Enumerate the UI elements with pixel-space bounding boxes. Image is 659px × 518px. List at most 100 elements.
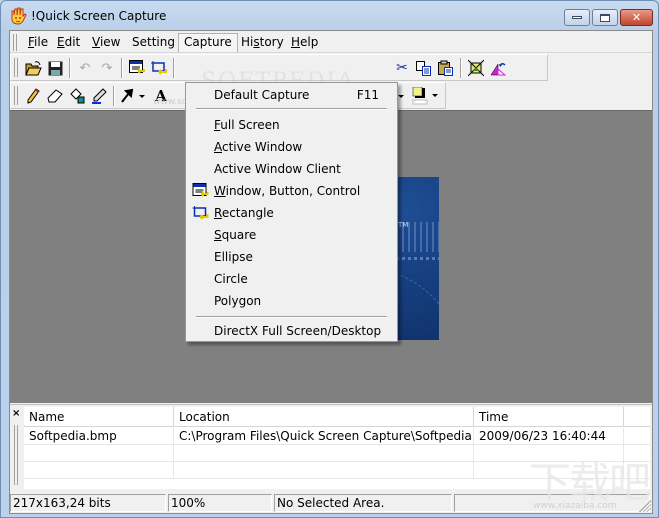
copy-icon bbox=[416, 60, 431, 76]
mnemonic: R bbox=[214, 206, 222, 220]
menu-item-rectangle[interactable]: Rectangle bbox=[188, 202, 395, 224]
mnemonic: A bbox=[214, 140, 222, 154]
pencil-icon bbox=[27, 88, 40, 104]
paste-button[interactable] bbox=[436, 58, 456, 78]
main-toolbar: ↶ ↷ ✂ bbox=[10, 54, 548, 81]
menu-bar: File Edit View Setting Capture History H… bbox=[10, 31, 652, 53]
client-area: File Edit View Setting Capture History H… bbox=[9, 30, 653, 514]
menu-label: tory bbox=[259, 35, 284, 49]
menu-item-square[interactable]: Square bbox=[188, 224, 395, 246]
maximize-button[interactable] bbox=[592, 9, 618, 26]
eraser-button[interactable] bbox=[45, 86, 65, 106]
paste-icon bbox=[438, 60, 453, 76]
history-row[interactable]: Softpedia.bmp C:\Program Files\Quick Scr… bbox=[24, 428, 650, 445]
undo-button[interactable]: ↶ bbox=[75, 58, 95, 78]
menu-item-full-screen[interactable]: Full Screen bbox=[188, 114, 395, 136]
open-folder-icon bbox=[24, 60, 42, 75]
rotate-icon bbox=[490, 62, 506, 76]
menu-item-label: Active Window Client bbox=[214, 162, 341, 176]
menu-label: Capture bbox=[184, 35, 232, 49]
menu-setting[interactable]: Setting bbox=[127, 33, 180, 52]
history-list: Name Location Time Softpedia.bmp C:\Prog… bbox=[24, 407, 650, 489]
cell-empty bbox=[24, 462, 174, 479]
crop-button[interactable] bbox=[466, 58, 486, 78]
menu-item-active-window-client[interactable]: Active Window Client bbox=[188, 158, 395, 180]
maximize-icon bbox=[600, 13, 610, 22]
menu-label: iew bbox=[99, 35, 121, 49]
toolbar-separator bbox=[121, 58, 123, 78]
menu-file[interactable]: File bbox=[23, 33, 53, 52]
menu-item-window-button-control[interactable]: Window, Button, Control bbox=[188, 180, 395, 202]
minimize-icon bbox=[572, 16, 582, 19]
capture-window-icon bbox=[129, 60, 145, 74]
cell-empty bbox=[174, 445, 474, 462]
menu-edit[interactable]: Edit bbox=[52, 33, 85, 52]
rotate-button[interactable] bbox=[488, 58, 508, 78]
close-history-icon[interactable]: × bbox=[12, 408, 20, 419]
menu-view[interactable]: View bbox=[87, 33, 125, 52]
menu-item-label: ectangle bbox=[221, 206, 274, 220]
menu-item-active-window[interactable]: Active Window bbox=[188, 136, 395, 158]
title-bar[interactable]: !Quick Screen Capture ✕ bbox=[1, 1, 658, 31]
close-button[interactable]: ✕ bbox=[620, 9, 653, 26]
cut-button[interactable]: ✂ bbox=[392, 58, 412, 78]
menu-help[interactable]: Help bbox=[286, 33, 323, 52]
minimize-button[interactable] bbox=[564, 9, 590, 26]
copy-button[interactable] bbox=[414, 58, 434, 78]
capture-rectangle-icon bbox=[151, 61, 167, 75]
redo-button[interactable]: ↷ bbox=[97, 58, 117, 78]
arrow-tool-button[interactable] bbox=[119, 86, 147, 106]
text-tool-button[interactable]: A bbox=[151, 86, 171, 106]
menu-item-directx-full-screen[interactable]: DirectX Full Screen/Desktop bbox=[188, 320, 395, 342]
menu-capture[interactable]: Capture bbox=[178, 33, 238, 52]
menu-item-shortcut: F11 bbox=[356, 88, 379, 102]
history-row-empty bbox=[24, 462, 650, 479]
menu-item-label: ctive Window bbox=[222, 140, 303, 154]
menu-separator bbox=[196, 316, 387, 318]
menubar-grip[interactable] bbox=[13, 34, 17, 51]
resize-grip[interactable] bbox=[639, 500, 651, 512]
redo-icon: ↷ bbox=[101, 60, 113, 76]
column-header-name[interactable]: Name bbox=[24, 407, 174, 427]
color-picker-button[interactable] bbox=[89, 86, 109, 106]
menu-item-ellipse[interactable]: Ellipse bbox=[188, 246, 395, 268]
menu-item-circle[interactable]: Circle bbox=[188, 268, 395, 290]
toolbar-grip[interactable] bbox=[14, 86, 18, 105]
history-row-empty bbox=[24, 445, 650, 462]
menu-item-label: Circle bbox=[214, 272, 248, 286]
capture-window-icon bbox=[192, 183, 209, 197]
menu-item-default-capture[interactable]: Default Capture F11 bbox=[188, 84, 395, 106]
mnemonic: W bbox=[214, 184, 226, 198]
image-trademark: TM bbox=[398, 221, 409, 229]
capture-menu: Default Capture F11 Full Screen Active W… bbox=[185, 82, 398, 342]
cell-empty bbox=[24, 445, 174, 462]
column-header-time[interactable]: Time bbox=[474, 407, 624, 427]
column-header-location[interactable]: Location bbox=[174, 407, 474, 427]
arrow-icon bbox=[121, 88, 145, 103]
menu-history[interactable]: History bbox=[236, 33, 289, 52]
menu-separator bbox=[196, 108, 387, 110]
status-bar: 217x163,24 bits 100% No Selected Area. bbox=[10, 492, 652, 513]
color-picker-icon bbox=[92, 88, 107, 104]
pencil-button[interactable] bbox=[23, 86, 43, 106]
window-title: !Quick Screen Capture bbox=[31, 9, 167, 23]
capture-rectangle-button[interactable] bbox=[149, 58, 169, 78]
close-icon: ✕ bbox=[631, 11, 642, 24]
open-button[interactable] bbox=[23, 58, 43, 78]
color-button[interactable] bbox=[409, 86, 443, 106]
cell-empty bbox=[174, 462, 474, 479]
cell-time: 2009/06/23 16:40:44 bbox=[474, 428, 624, 445]
status-extra bbox=[454, 494, 650, 512]
menu-item-label: Default Capture bbox=[214, 88, 310, 102]
save-button[interactable] bbox=[45, 58, 65, 78]
menu-label: ile bbox=[34, 35, 49, 49]
app-window: !Quick Screen Capture ✕ File Edit View S… bbox=[0, 0, 659, 518]
fill-button[interactable] bbox=[67, 86, 87, 106]
capture-window-button[interactable] bbox=[127, 58, 147, 78]
menu-label: elp bbox=[300, 35, 319, 49]
menu-label: Setting bbox=[132, 35, 175, 49]
history-grip[interactable] bbox=[14, 425, 18, 485]
eraser-icon bbox=[47, 89, 63, 103]
menu-item-polygon[interactable]: Polygon bbox=[188, 290, 395, 312]
toolbar-grip[interactable] bbox=[14, 58, 18, 77]
